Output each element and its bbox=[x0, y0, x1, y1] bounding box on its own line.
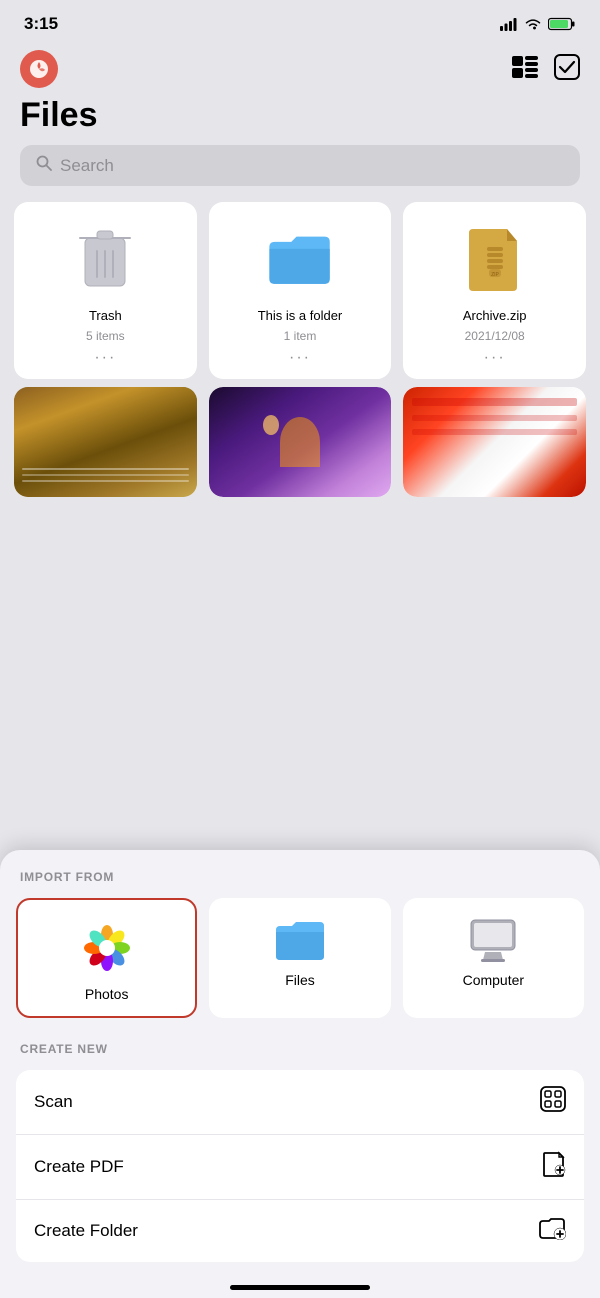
wifi-icon bbox=[524, 17, 542, 31]
create-folder[interactable]: Create Folder bbox=[16, 1200, 584, 1262]
photo-grid bbox=[0, 387, 600, 497]
photos-icon bbox=[79, 920, 135, 976]
folder-name: This is a folder bbox=[258, 308, 343, 323]
status-bar: 3:15 bbox=[0, 0, 600, 42]
app-logo-icon bbox=[28, 58, 50, 80]
file-grid: Trash 5 items ··· This is a folder 1 ite… bbox=[0, 202, 600, 379]
import-photos[interactable]: Photos bbox=[16, 898, 197, 1018]
search-bar[interactable]: Search bbox=[20, 145, 580, 186]
computer-label: Computer bbox=[463, 972, 524, 988]
bottom-sheet: IMPORT FROM Photos bbox=[0, 850, 600, 1298]
signal-icon bbox=[500, 18, 518, 31]
trash-menu[interactable]: ··· bbox=[94, 349, 116, 367]
file-card-folder[interactable]: This is a folder 1 item ··· bbox=[209, 202, 392, 379]
import-computer[interactable]: Computer bbox=[403, 898, 584, 1018]
zip-menu[interactable]: ··· bbox=[484, 349, 506, 367]
checkbox-button[interactable] bbox=[554, 54, 580, 85]
home-indicator bbox=[230, 1285, 370, 1290]
status-time: 3:15 bbox=[24, 14, 58, 34]
create-folder-label: Create Folder bbox=[34, 1221, 138, 1241]
zip-icon: ZIP bbox=[459, 218, 531, 298]
file-card-zip[interactable]: ZIP Archive.zip 2021/12/08 ··· bbox=[403, 202, 586, 379]
scan-label: Scan bbox=[34, 1092, 73, 1112]
create-pdf-label: Create PDF bbox=[34, 1157, 124, 1177]
files-icon bbox=[274, 918, 326, 962]
photo-card-3[interactable] bbox=[403, 387, 586, 497]
battery-icon bbox=[548, 17, 576, 31]
folder-meta: 1 item bbox=[284, 329, 317, 343]
import-files[interactable]: Files bbox=[209, 898, 390, 1018]
trash-icon bbox=[69, 218, 141, 298]
file-card-trash[interactable]: Trash 5 items ··· bbox=[14, 202, 197, 379]
files-label: Files bbox=[285, 972, 315, 988]
create-new-list: Scan Create PDF bbox=[16, 1070, 584, 1262]
trash-meta: 5 items bbox=[86, 329, 125, 343]
create-folder-icon bbox=[538, 1216, 566, 1246]
status-icons bbox=[500, 17, 576, 31]
list-view-icon bbox=[512, 56, 538, 78]
trash-name: Trash bbox=[89, 308, 122, 323]
search-icon bbox=[36, 155, 52, 176]
app-logo[interactable] bbox=[20, 50, 58, 88]
folder-menu[interactable]: ··· bbox=[289, 349, 311, 367]
scan-icon bbox=[540, 1086, 566, 1118]
zip-name: Archive.zip bbox=[463, 308, 527, 323]
photos-label: Photos bbox=[85, 986, 129, 1002]
list-view-button[interactable] bbox=[512, 56, 538, 83]
computer-icon bbox=[467, 918, 519, 962]
create-section-label: CREATE NEW bbox=[16, 1042, 584, 1056]
create-scan[interactable]: Scan bbox=[16, 1070, 584, 1135]
svg-text:ZIP: ZIP bbox=[491, 272, 499, 278]
folder-icon bbox=[264, 218, 336, 298]
photo-card-1[interactable] bbox=[14, 387, 197, 497]
search-placeholder: Search bbox=[60, 156, 114, 176]
page-title: Files bbox=[0, 92, 600, 145]
header-actions bbox=[512, 54, 580, 85]
import-row: Photos Files Computer bbox=[16, 898, 584, 1018]
zip-meta: 2021/12/08 bbox=[465, 329, 525, 343]
checkbox-icon bbox=[554, 54, 580, 80]
import-section-label: IMPORT FROM bbox=[16, 870, 584, 884]
create-pdf[interactable]: Create PDF bbox=[16, 1135, 584, 1200]
photo-card-2[interactable] bbox=[209, 387, 392, 497]
header bbox=[0, 42, 600, 92]
create-pdf-icon bbox=[542, 1151, 566, 1183]
